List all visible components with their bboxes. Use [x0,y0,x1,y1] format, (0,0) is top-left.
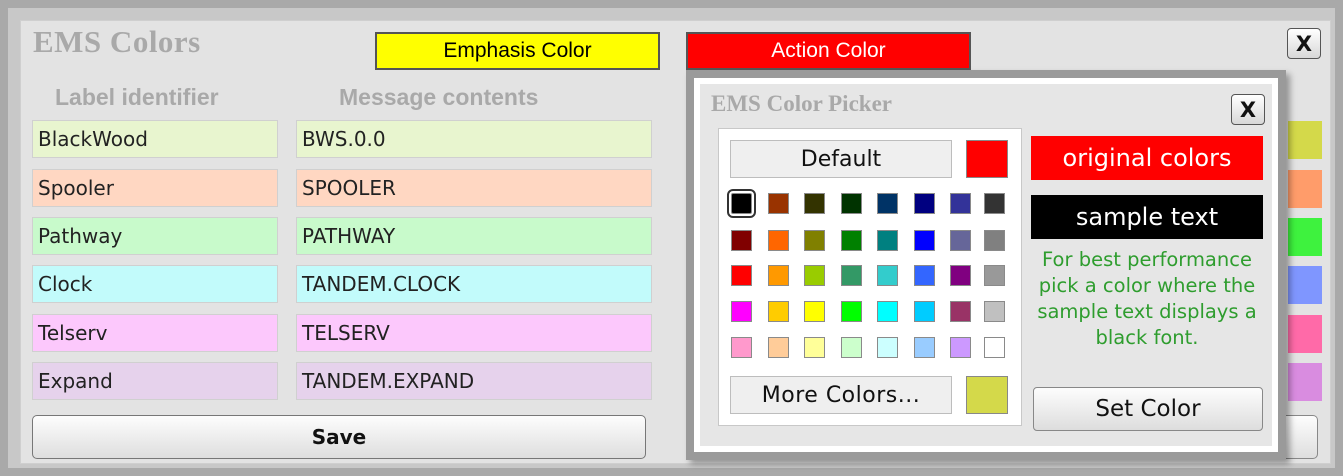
label-field[interactable]: Clock [32,265,278,303]
action-color-button[interactable]: Action Color [686,32,971,70]
palette-swatch[interactable] [804,337,825,358]
set-color-button[interactable]: Set Color [1033,387,1263,431]
palette-swatch[interactable] [841,230,862,251]
close-icon: X [1295,31,1313,56]
row-color-swatch[interactable] [1288,170,1322,208]
sample-text-preview: sample text [1031,195,1263,239]
message-field[interactable]: PATHWAY [296,217,652,255]
message-field[interactable]: TANDEM.CLOCK [296,265,652,303]
palette-swatch[interactable] [804,230,825,251]
palette-swatch[interactable] [950,301,971,322]
palette-swatch[interactable] [804,265,825,286]
palette-swatch[interactable] [950,230,971,251]
more-colors-button[interactable]: More Colors... [730,376,952,414]
close-icon: X [1239,97,1257,122]
palette-swatch[interactable] [731,337,752,358]
message-field[interactable]: TANDEM.EXPAND [296,362,652,400]
label-field[interactable]: Expand [32,362,278,400]
palette-swatch[interactable] [984,265,1005,286]
original-colors-button[interactable]: original colors [1031,136,1263,180]
palette-swatch[interactable] [768,230,789,251]
message-field[interactable]: SPOOLER [296,169,652,207]
label-field[interactable]: BlackWood [32,120,278,158]
palette-swatch[interactable] [914,301,935,322]
palette-swatch[interactable] [731,301,752,322]
palette-swatch[interactable] [914,230,935,251]
default-button[interactable]: Default [730,140,952,178]
label-field[interactable]: Pathway [32,217,278,255]
row-color-swatch[interactable] [1288,218,1322,256]
picker-title: EMS Color Picker [711,91,892,116]
palette-swatch[interactable] [841,193,862,214]
palette-swatch[interactable] [841,265,862,286]
save-button[interactable]: Save [32,415,646,459]
label-field[interactable]: Telserv [32,314,278,352]
palette-swatch[interactable] [768,265,789,286]
label-identifier-header: Label identifier [55,84,219,110]
window-title: EMS Colors [33,24,201,59]
message-field[interactable]: TELSERV [296,314,652,352]
palette-swatch[interactable] [914,265,935,286]
palette-swatch[interactable] [768,301,789,322]
palette-swatch[interactable] [914,337,935,358]
row-color-swatch[interactable] [1288,121,1322,159]
current-color-swatch[interactable] [966,376,1008,414]
palette-swatch[interactable] [950,265,971,286]
palette-swatch[interactable] [950,337,971,358]
palette-swatch[interactable] [914,193,935,214]
emphasis-color-button[interactable]: Emphasis Color [375,32,660,70]
message-field[interactable]: BWS.0.0 [296,120,652,158]
palette-swatch[interactable] [727,189,756,218]
row-color-swatch[interactable] [1288,266,1322,304]
palette-swatch[interactable] [877,193,898,214]
palette-swatch[interactable] [804,301,825,322]
message-contents-header: Message contents [339,84,539,110]
palette-swatch[interactable] [984,301,1005,322]
palette-swatch[interactable] [877,301,898,322]
palette-swatch[interactable] [984,230,1005,251]
picker-close-button[interactable]: X [1231,94,1265,125]
palette-swatch[interactable] [877,265,898,286]
row-color-swatch[interactable] [1288,315,1322,353]
close-button[interactable]: X [1287,28,1321,59]
palette-swatch[interactable] [768,193,789,214]
palette-swatch[interactable] [804,193,825,214]
performance-hint: For best performance pick a color where … [1037,248,1257,349]
palette-swatch[interactable] [984,337,1005,358]
palette-swatch[interactable] [950,193,971,214]
default-color-swatch[interactable] [966,140,1008,178]
row-color-swatch[interactable] [1288,363,1322,401]
palette-swatch[interactable] [877,230,898,251]
palette-swatch[interactable] [877,337,898,358]
label-field[interactable]: Spooler [32,169,278,207]
palette-swatch[interactable] [841,301,862,322]
palette-swatch[interactable] [768,337,789,358]
palette-swatch[interactable] [841,337,862,358]
palette-swatch[interactable] [731,230,752,251]
palette-swatch[interactable] [984,193,1005,214]
palette-swatch[interactable] [731,265,752,286]
